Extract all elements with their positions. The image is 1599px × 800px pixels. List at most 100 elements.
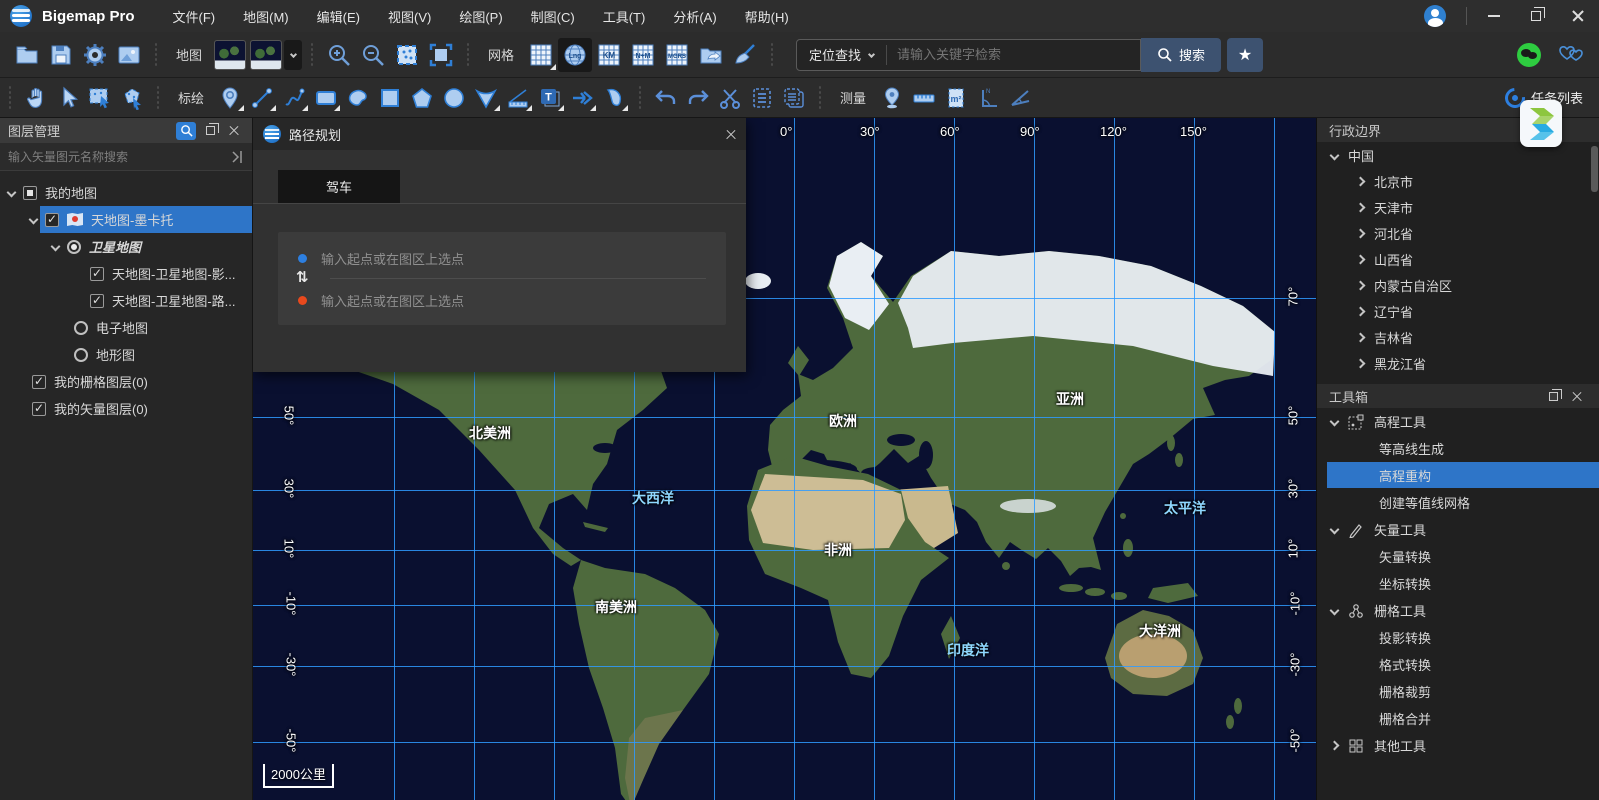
layer-row-my-raster[interactable]: 我的栅格图层(0) (0, 368, 252, 395)
basemap-thumbnail-1[interactable] (214, 40, 246, 70)
menu-draw[interactable]: 绘图(P) (447, 3, 514, 30)
toolbox-close-button[interactable] (1567, 387, 1587, 405)
chevron-right-icon[interactable] (1330, 741, 1340, 751)
toolbox-float-button[interactable] (1543, 387, 1563, 405)
checkbox-checked[interactable] (45, 213, 59, 227)
toolbox-item-isoline-grid[interactable]: 创建等值线网格 (1317, 489, 1599, 516)
admin-row-hebei[interactable]: 河北省 (1317, 220, 1599, 246)
open-file-button[interactable] (10, 38, 44, 72)
toolbox-group-raster[interactable]: 栅格工具 (1317, 597, 1599, 624)
chevron-down-icon[interactable] (51, 242, 61, 252)
minimize-button[interactable] (1473, 0, 1515, 32)
zoom-in-button[interactable] (322, 38, 356, 72)
measure-area-button[interactable]: m² (940, 83, 972, 113)
toolbox-item-raster-merge[interactable]: 栅格合并 (1317, 705, 1599, 732)
chevron-right-icon[interactable] (1356, 306, 1366, 316)
layer-row-satellite-imagery[interactable]: 天地图-卫星地图-影... (0, 260, 252, 287)
menu-tools[interactable]: 工具(T) (591, 3, 658, 30)
draw-rectangle-button[interactable] (310, 83, 342, 113)
chevron-right-icon[interactable] (1356, 202, 1366, 212)
measure-angle-button[interactable]: N (972, 83, 1004, 113)
pan-tool-button[interactable] (20, 83, 52, 113)
draw-pentagon-button[interactable] (406, 83, 438, 113)
toolbox-item-raster-clip[interactable]: 栅格裁剪 (1317, 678, 1599, 705)
hearts-icon[interactable] (1559, 44, 1585, 66)
draw-freeform-button[interactable] (342, 83, 374, 113)
search-input[interactable] (887, 47, 1140, 62)
toolbox-item-contour-generate[interactable]: 等高线生成 (1317, 435, 1599, 462)
measure-point-button[interactable] (876, 83, 908, 113)
draw-arrow-button[interactable] (566, 83, 598, 113)
chevron-down-icon[interactable] (29, 215, 39, 225)
route-end-row[interactable]: 输入起点或在图区上选点 (278, 280, 726, 320)
user-avatar[interactable] (1424, 5, 1446, 27)
menu-help[interactable]: 帮助(H) (733, 3, 801, 30)
draw-square-button[interactable] (374, 83, 406, 113)
dialog-close-button[interactable] (726, 129, 736, 139)
chevron-down-icon[interactable] (1330, 606, 1340, 616)
km-grid-button[interactable]: KM (592, 38, 626, 72)
end-input-placeholder[interactable]: 输入起点或在图区上选点 (321, 291, 464, 310)
admin-row-liaoning[interactable]: 辽宁省 (1317, 298, 1599, 324)
chevron-right-icon[interactable] (1356, 280, 1366, 290)
radio-off[interactable] (74, 321, 88, 335)
menu-analysis[interactable]: 分析(A) (661, 3, 728, 30)
admin-row-beijing[interactable]: 北京市 (1317, 168, 1599, 194)
grid-button[interactable] (524, 38, 558, 72)
toolbox-item-vector-convert[interactable]: 矢量转换 (1317, 543, 1599, 570)
scrollbar-thumb[interactable] (1591, 146, 1598, 192)
chevron-right-icon[interactable] (1356, 254, 1366, 264)
search-mode-dropdown[interactable]: 定位查找 (797, 45, 886, 64)
zoom-region-button[interactable] (390, 38, 424, 72)
chevron-right-icon[interactable] (1356, 228, 1366, 238)
settings-button[interactable] (78, 38, 112, 72)
layer-row-tianditu-mercator[interactable]: 天地图-墨卡托 (0, 206, 252, 233)
admin-row-tianjin[interactable]: 天津市 (1317, 194, 1599, 220)
draw-arc-button[interactable] (598, 83, 630, 113)
copy-list-button[interactable] (746, 83, 778, 113)
menu-edit[interactable]: 编辑(E) (305, 3, 372, 30)
latlng-grid-button[interactable]: Lng (558, 38, 592, 72)
draw-sector-button[interactable] (470, 83, 502, 113)
redo-button[interactable] (682, 83, 714, 113)
toolbox-group-other[interactable]: 其他工具 (1317, 732, 1599, 759)
start-input-placeholder[interactable]: 输入起点或在图区上选点 (321, 249, 464, 268)
admin-row-heilongjiang[interactable]: 黑龙江省 (1317, 350, 1599, 376)
zoom-out-button[interactable] (356, 38, 390, 72)
toolbox-group-vector[interactable]: 矢量工具 (1317, 516, 1599, 543)
layer-search-button[interactable] (176, 122, 196, 140)
measure-azimuth-button[interactable] (1004, 83, 1036, 113)
checkbox-partial[interactable] (23, 186, 37, 200)
menu-cartography[interactable]: 制图(C) (519, 3, 587, 30)
menu-file[interactable]: 文件(F) (161, 3, 228, 30)
select-tool-button[interactable] (52, 83, 84, 113)
brand-logo-badge[interactable] (1520, 100, 1562, 147)
rect-select-button[interactable] (84, 83, 116, 113)
menu-map[interactable]: 地图(M) (231, 3, 301, 30)
mgrs-grid-button[interactable]: MGRS (660, 38, 694, 72)
collapse-input-icon[interactable] (230, 151, 244, 163)
chevron-down-icon[interactable] (1330, 417, 1340, 427)
save-button[interactable] (44, 38, 78, 72)
nm-grid-button[interactable]: N+M (626, 38, 660, 72)
checkbox-checked[interactable] (90, 294, 104, 308)
share-folder-button[interactable] (694, 38, 728, 72)
chevron-right-icon[interactable] (1356, 358, 1366, 368)
search-button[interactable]: 搜索 (1141, 38, 1221, 72)
checkbox-checked[interactable] (90, 267, 104, 281)
checkbox-checked[interactable] (32, 402, 46, 416)
layer-row-electronic-map[interactable]: 电子地图 (0, 314, 252, 341)
layer-row-my-map[interactable]: 我的地图 (0, 179, 252, 206)
toolbox-group-elevation[interactable]: 高程工具 (1317, 408, 1599, 435)
chevron-down-icon[interactable] (1330, 525, 1340, 535)
toolbox-item-format-convert[interactable]: 格式转换 (1317, 651, 1599, 678)
draw-slope-button[interactable] (502, 83, 534, 113)
layer-row-my-vector[interactable]: 我的矢量图层(0) (0, 395, 252, 422)
radio-off[interactable] (74, 348, 88, 362)
restore-button[interactable] (1515, 0, 1557, 32)
layer-panel-close-button[interactable] (224, 122, 244, 140)
cut-button[interactable] (714, 83, 746, 113)
admin-row-shanxi[interactable]: 山西省 (1317, 246, 1599, 272)
chevron-down-icon[interactable] (7, 188, 17, 198)
radio-on[interactable] (67, 240, 81, 254)
